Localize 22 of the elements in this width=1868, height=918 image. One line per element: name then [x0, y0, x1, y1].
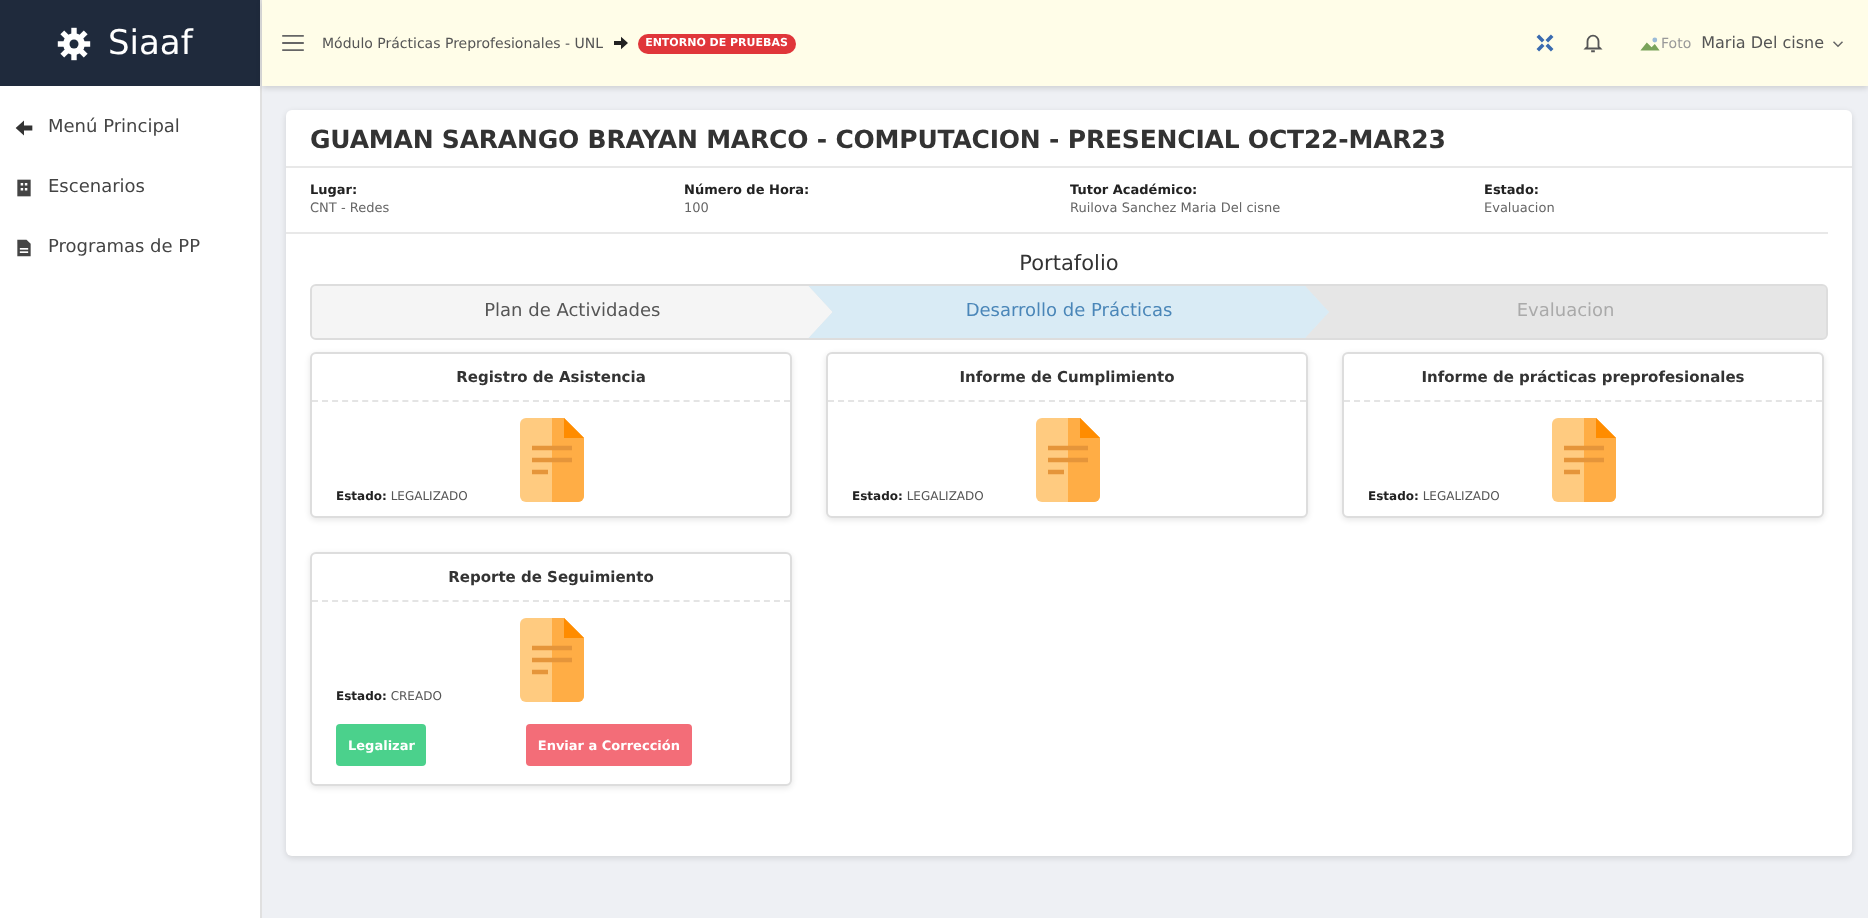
- practice-title: GUAMAN SARANGO BRAYAN MARCO - COMPUTACION - PRESENCIAL OCT22-MAR23: [286, 110, 1852, 168]
- document-icon: [1035, 418, 1099, 502]
- broken-image-icon: [1639, 35, 1660, 51]
- fullscreen-icon[interactable]: [1535, 34, 1554, 52]
- gear-icon: [56, 25, 92, 61]
- arrow-right-icon: [613, 36, 628, 50]
- arrow-left-icon: [14, 118, 34, 138]
- progress-step[interactable]: Plan de Actividades: [312, 286, 833, 338]
- sidebar-item[interactable]: Menú Principal: [14, 112, 260, 144]
- document-icon: [519, 618, 583, 702]
- sidebar-item[interactable]: Escenarios: [14, 172, 260, 204]
- menu-icon[interactable]: [282, 34, 304, 52]
- bell-icon[interactable]: [1581, 32, 1604, 54]
- document-icon: [1551, 418, 1615, 502]
- caret-icon: [1832, 39, 1844, 47]
- sidebar-item[interactable]: Programas de PP: [14, 232, 260, 264]
- document-icon: [14, 238, 34, 258]
- app-name: Siaaf: [108, 23, 193, 63]
- building-icon: [14, 178, 34, 198]
- portfolio-title: Portafolio: [1017, 250, 1121, 280]
- user-menu[interactable]: Maria Del cisne: [1701, 34, 1844, 52]
- document-icon: [519, 418, 583, 502]
